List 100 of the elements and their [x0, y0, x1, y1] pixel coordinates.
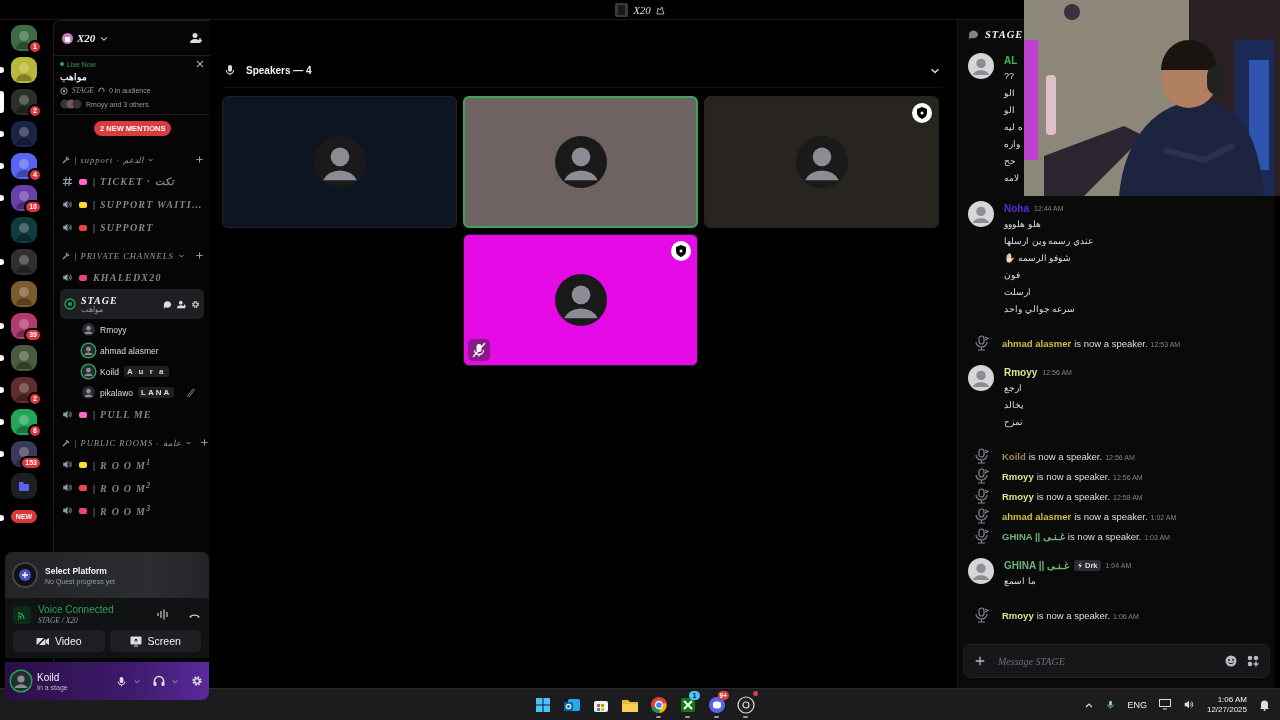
message-text: واره — [1004, 138, 1020, 151]
member-name[interactable]: Koild — [100, 366, 119, 377]
speaker-tile[interactable] — [704, 96, 939, 228]
network-icon[interactable] — [1158, 699, 1171, 710]
speaker-added-icon — [972, 507, 990, 525]
message-text: الو — [1004, 104, 1015, 117]
stage-icon — [64, 298, 76, 310]
message-text: هلو هلووو — [1004, 218, 1041, 231]
avatar — [554, 136, 607, 188]
caret-icon — [177, 252, 185, 259]
server-icon — [62, 32, 73, 44]
channel-item[interactable]: | R O O M$^{1}$ — [60, 453, 204, 476]
microphone-icon[interactable] — [116, 675, 127, 687]
clock[interactable]: 1:06 AM 12/27/2025 — [1206, 694, 1247, 715]
category-icon — [62, 251, 70, 260]
close-icon[interactable] — [196, 60, 204, 68]
category-name[interactable]: | support · الدعم — [74, 154, 143, 165]
member-name[interactable]: ahmad alasmer — [100, 345, 159, 356]
author-name[interactable]: Rmoyy — [1004, 367, 1038, 378]
channel-title: STAGE — [985, 28, 1024, 40]
member-name[interactable]: Rmoyy — [100, 324, 127, 335]
add-member-icon[interactable] — [190, 32, 202, 44]
server-icon[interactable] — [11, 57, 37, 83]
discord-icon[interactable] — [707, 695, 726, 714]
speaker-tile[interactable] — [222, 96, 457, 228]
server-icon[interactable] — [11, 153, 37, 179]
channel-item[interactable]: | PULL ME — [60, 403, 204, 426]
user-name[interactable]: ahmad alasmer — [1002, 337, 1072, 349]
volume-icon[interactable] — [1182, 699, 1195, 710]
screen-button[interactable]: Screen — [109, 630, 201, 652]
message-field[interactable]: Message STAGE — [996, 654, 1215, 668]
category-name[interactable]: | PUBLIC ROOMS · عامة — [74, 437, 181, 448]
headphones-icon[interactable] — [153, 675, 165, 687]
member-name[interactable]: pikalawo — [100, 387, 134, 398]
user-name[interactable]: GHINA || غـنـى — [1002, 530, 1065, 542]
message-text: ما اسمع — [1004, 575, 1036, 589]
add-channel-icon[interactable] — [199, 438, 209, 447]
author-name[interactable]: GHINA || غـنـى — [1004, 560, 1069, 571]
headset-icon — [97, 87, 105, 94]
start-icon[interactable] — [533, 695, 552, 714]
live-title: مواهب — [60, 72, 87, 82]
speaker-icon — [62, 409, 73, 420]
user-name[interactable]: Rmoyy — [1002, 609, 1034, 621]
system-message: is now a speaker. — [1036, 490, 1111, 502]
add-channel-icon[interactable] — [195, 251, 204, 260]
video-button[interactable]: Video — [13, 630, 105, 652]
message-box[interactable]: Message STAGE — [963, 644, 1270, 678]
server-icon[interactable] — [11, 409, 37, 435]
category-icon — [62, 438, 70, 447]
message-text: سرعه جوالي واحد — [1004, 303, 1075, 316]
channel-item[interactable]: | SUPPORT WAITI… — [60, 193, 204, 216]
channel-item[interactable]: | TICKET · تكت — [60, 170, 204, 193]
apps-icon[interactable] — [1247, 655, 1259, 667]
quest-title[interactable]: Select Platform — [45, 565, 116, 576]
avatar — [968, 53, 994, 79]
add-channel-icon[interactable] — [195, 155, 204, 164]
category-name[interactable]: | PRIVATE CHANNELS — [74, 250, 174, 261]
server-name[interactable]: X20 — [77, 32, 96, 44]
chat-icon[interactable] — [163, 299, 172, 309]
channel-item[interactable]: | R O O M$^{2}$ — [60, 476, 204, 499]
user-name[interactable]: Rmoyy — [1002, 490, 1034, 502]
xbox-icon[interactable] — [678, 695, 697, 714]
user-name[interactable]: ahmad alasmer — [1002, 510, 1072, 522]
server-icon[interactable] — [11, 89, 37, 115]
recorder-icon[interactable] — [736, 695, 755, 714]
video-off-icon — [35, 635, 49, 647]
message-text: فون — [1004, 269, 1020, 282]
notification-bell-icon[interactable] — [1259, 698, 1270, 711]
speaker-tile[interactable] — [463, 234, 698, 366]
channel-item[interactable]: KHALEDX20 — [60, 266, 204, 289]
add-attachment-icon[interactable] — [974, 655, 986, 667]
message-text: شوفو الرسمه ✋🏻 — [1004, 252, 1071, 265]
user-name[interactable]: Koild — [1002, 450, 1026, 462]
language-indicator[interactable]: ENG — [1127, 699, 1147, 710]
microphone-icon[interactable] — [1106, 699, 1116, 710]
speaker-added-icon — [972, 606, 990, 624]
message-text: ?? — [1004, 70, 1014, 83]
channel-item[interactable]: | SUPPORT — [60, 216, 204, 239]
soundboard-icon[interactable] — [157, 609, 169, 620]
avatar — [11, 671, 31, 691]
message-text: عندي رسمه وين ارسلها — [1004, 235, 1093, 249]
member-tag: LANA — [138, 387, 175, 398]
speaker-tile[interactable] — [463, 96, 698, 228]
server-icon[interactable] — [11, 25, 37, 51]
speaker-added-icon — [972, 467, 990, 485]
system-message: is now a speaker. — [1074, 510, 1148, 522]
member-tag: A u r a — [123, 366, 169, 377]
author-name[interactable]: AL — [1004, 55, 1018, 66]
system-message: is now a speaker. — [1036, 470, 1111, 482]
settings-icon[interactable] — [191, 675, 203, 687]
window-title: X20 — [633, 3, 651, 16]
add-member-icon[interactable] — [177, 299, 186, 309]
settings-icon[interactable] — [191, 299, 200, 309]
browser-icon[interactable] — [649, 695, 668, 714]
user-name[interactable]: Rmoyy — [1002, 470, 1034, 482]
speaker-icon — [62, 459, 73, 470]
server-icon[interactable] — [11, 377, 37, 403]
user-name[interactable]: Koild — [37, 671, 68, 683]
message-text: ارجع — [1004, 382, 1022, 396]
channel-item[interactable]: | R O O M$^{3}$ — [60, 499, 204, 522]
